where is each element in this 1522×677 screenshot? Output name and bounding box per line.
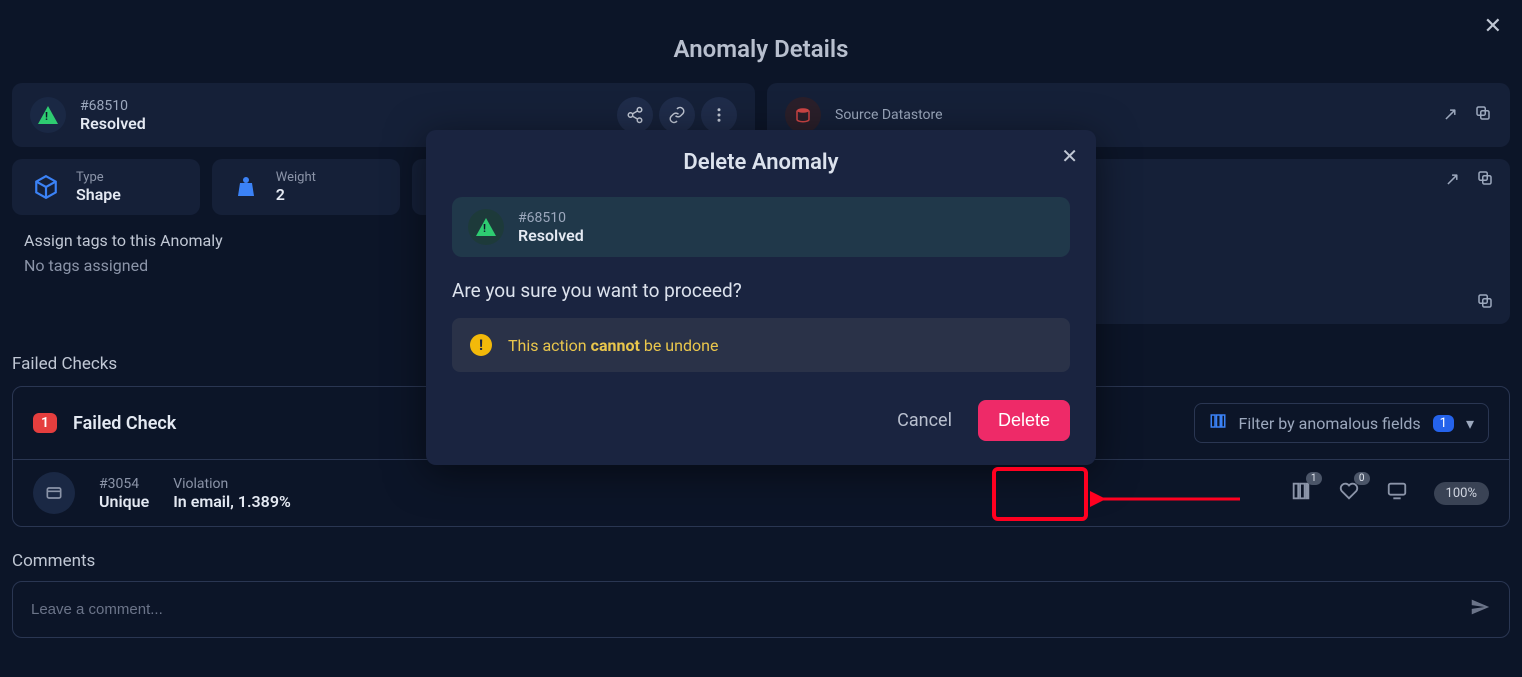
failed-count-badge: 1 [33, 413, 57, 433]
source-table-actions: ↗ [1445, 169, 1494, 192]
datastore-icon [785, 97, 821, 133]
comment-input[interactable] [31, 601, 1469, 618]
modal-anomaly-status: Resolved [518, 226, 584, 245]
failed-check-label: Failed Check [73, 413, 176, 434]
percentage-pill: 100% [1434, 482, 1489, 505]
send-icon[interactable] [1469, 596, 1491, 623]
cancel-button[interactable]: Cancel [891, 402, 958, 439]
modal-anomaly-text: #68510 Resolved [518, 210, 584, 245]
page-title: Anomaly Details [0, 0, 1522, 83]
copy-icon[interactable] [1474, 104, 1492, 127]
delete-button[interactable]: Delete [978, 400, 1070, 441]
modal-question: Are you sure you want to proceed? [452, 279, 1070, 302]
columns-icon [1209, 412, 1227, 434]
type-label: Type [76, 170, 121, 185]
weight-label: Weight [276, 170, 316, 185]
source-label-block: Source Datastore [835, 107, 943, 123]
type-text: Type Shape [76, 170, 121, 204]
warning-icon: ! [470, 334, 492, 356]
type-value: Shape [76, 185, 121, 204]
weight-value: 2 [276, 185, 316, 204]
check-id: #3054 [99, 476, 149, 492]
header-actions [617, 97, 737, 133]
source-label: Source Datastore [835, 107, 943, 123]
page-close-icon[interactable]: ✕ [1484, 14, 1502, 39]
weight-icon [228, 169, 264, 205]
chevron-down-icon: ▾ [1466, 414, 1474, 433]
modal-anomaly-card: #68510 Resolved [452, 197, 1070, 257]
comments-header: Comments [0, 527, 1522, 581]
violation-label: Violation [173, 476, 291, 492]
link-icon[interactable] [659, 97, 695, 133]
open-external-icon[interactable]: ↗ [1445, 169, 1460, 192]
modal-anomaly-id: #68510 [518, 210, 584, 226]
check-id-col: #3054 Unique [99, 476, 149, 511]
modal-close-icon[interactable]: ✕ [1061, 144, 1078, 168]
modal-actions: Cancel Delete [452, 400, 1070, 441]
filter-label: Filter by anomalous fields [1239, 414, 1421, 433]
tag-count-icon[interactable]: 1 [1290, 480, 1312, 507]
monitor-icon[interactable] [1386, 480, 1408, 506]
copy-icon[interactable] [1476, 169, 1494, 192]
weight-card: Weight 2 [212, 159, 400, 215]
check-row-icon [33, 472, 75, 514]
comment-input-container [12, 581, 1510, 638]
modal-anomaly-icon [468, 209, 504, 245]
cube-icon [28, 169, 64, 205]
warning-text: This action cannot be undone [508, 336, 718, 355]
weight-text: Weight 2 [276, 170, 316, 204]
delete-anomaly-modal: ✕ Delete Anomaly #68510 Resolved Are you… [426, 130, 1096, 465]
violation-value: In email, 1.389% [173, 492, 291, 511]
open-external-icon[interactable]: ↗ [1443, 104, 1458, 127]
more-icon[interactable] [701, 97, 737, 133]
copy-icon[interactable] [1476, 292, 1494, 314]
filter-anomalous-fields-button[interactable]: Filter by anomalous fields 1 ▾ [1194, 403, 1490, 443]
anomaly-status: Resolved [80, 114, 146, 133]
anomaly-id: #68510 [80, 98, 146, 114]
modal-title: Delete Anomaly [452, 150, 1070, 175]
check-violation-col: Violation In email, 1.389% [173, 476, 291, 511]
failed-check-row[interactable]: #3054 Unique Violation In email, 1.389% … [13, 460, 1509, 526]
like-count-icon[interactable]: 0 [1338, 480, 1360, 507]
check-name: Unique [99, 492, 149, 511]
share-icon[interactable] [617, 97, 653, 133]
modal-warning: ! This action cannot be undone [452, 318, 1070, 372]
type-card: Type Shape [12, 159, 200, 215]
anomaly-status-icon [30, 97, 66, 133]
anomaly-id-block: #68510 Resolved [80, 98, 146, 133]
source-actions: ↗ [1443, 104, 1492, 127]
check-row-right: 1 0 100% [1290, 480, 1489, 507]
filter-count-badge: 1 [1433, 415, 1454, 432]
